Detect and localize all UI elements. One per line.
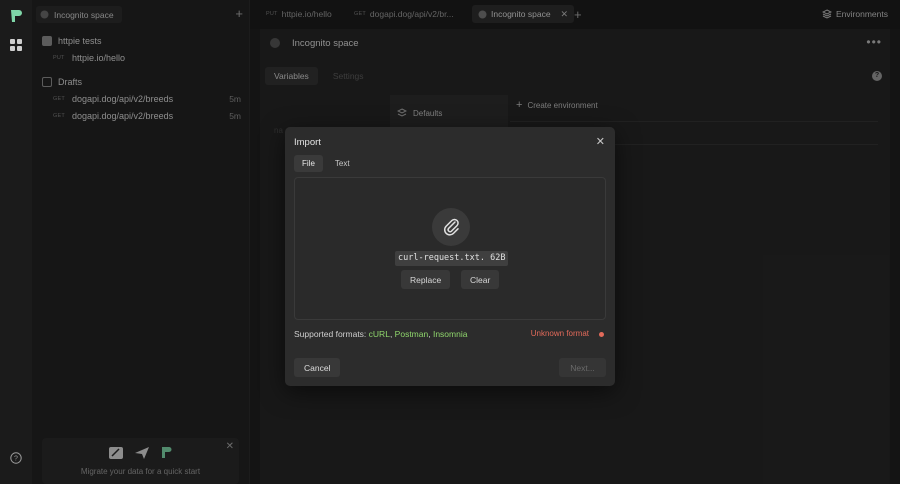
selected-file-name: curl-request.txt. 62B	[395, 251, 509, 266]
error-dot-icon	[599, 332, 604, 337]
clear-button[interactable]: Clear	[461, 270, 500, 289]
dialog-title: Import	[294, 137, 321, 148]
svg-text:?: ?	[14, 456, 18, 463]
tab-file[interactable]: File	[294, 155, 323, 172]
replace-button[interactable]: Replace	[401, 270, 451, 289]
help-circle-icon[interactable]: ?	[7, 449, 25, 467]
app-logo-icon[interactable]	[7, 7, 25, 25]
cancel-button[interactable]: Cancel	[294, 358, 341, 377]
file-drop-zone[interactable]: curl-request.txt. 62B Replace Clear	[294, 177, 606, 320]
import-tabs: File Text	[294, 155, 358, 172]
format-curl[interactable]: cURL	[369, 329, 390, 339]
import-dialog: Import ✕ File Text curl-request.txt. 62B…	[285, 127, 615, 386]
paperclip-icon	[432, 208, 470, 246]
next-button[interactable]: Next...	[559, 358, 606, 377]
format-insomnia[interactable]: Insomnia	[433, 329, 468, 339]
format-status: Unknown format	[530, 329, 589, 338]
tab-text[interactable]: Text	[327, 155, 358, 172]
grid-icon[interactable]	[7, 36, 25, 54]
format-postman[interactable]: Postman	[395, 329, 429, 339]
formats-prefix: Supported formats:	[294, 329, 367, 339]
supported-formats: Supported formats: cURL, Postman, Insomn…	[294, 329, 468, 339]
left-rail: ?	[0, 0, 32, 484]
close-icon[interactable]: ✕	[596, 135, 605, 148]
